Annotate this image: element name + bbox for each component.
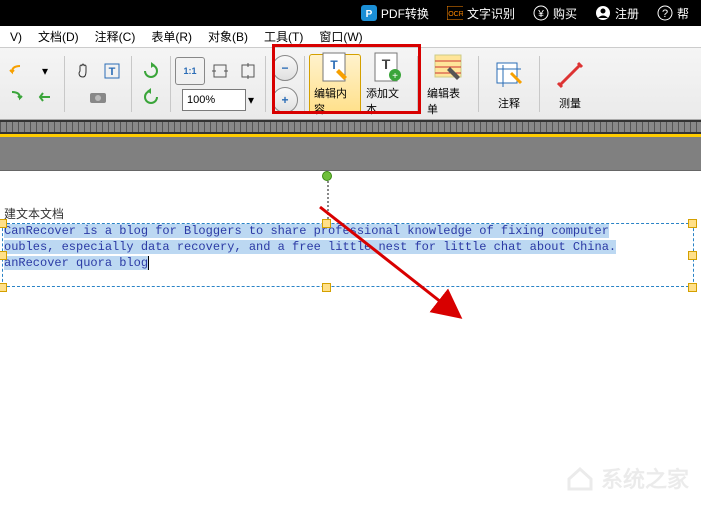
help-button[interactable]: ? 帮 xyxy=(649,0,697,26)
measure-label: 测量 xyxy=(559,95,581,111)
pdf-icon: P xyxy=(361,5,377,21)
measure-icon xyxy=(554,57,586,93)
register-button[interactable]: 注册 xyxy=(587,0,647,26)
document-area: 建文本文档 CanRecover is a blog for Bloggers … xyxy=(0,137,701,507)
hand-tool-button[interactable] xyxy=(71,58,97,84)
add-text-icon: T+ xyxy=(371,51,403,83)
annotate-icon xyxy=(493,57,525,93)
buy-label: 购买 xyxy=(553,5,577,22)
resize-handle[interactable] xyxy=(0,283,7,292)
resize-handle[interactable] xyxy=(688,283,697,292)
menu-document[interactable]: 文档(D) xyxy=(30,26,87,47)
svg-text:OCR: OCR xyxy=(448,11,463,18)
ruler xyxy=(0,120,701,134)
toolbar: ▾ T 1:1 ▾ xyxy=(0,48,701,120)
annotate-label: 注释 xyxy=(498,95,520,111)
history-button[interactable]: ▾ xyxy=(32,58,58,84)
snapshot-button[interactable] xyxy=(85,84,111,110)
resize-handle[interactable] xyxy=(0,219,7,228)
menu-comment[interactable]: 注释(C) xyxy=(87,26,144,47)
annotate-button[interactable]: 注释 xyxy=(483,54,535,114)
page[interactable]: 建文本文档 CanRecover is a blog for Bloggers … xyxy=(0,171,701,507)
resize-handle[interactable] xyxy=(0,251,7,260)
rotate-cw-button[interactable] xyxy=(138,58,164,84)
rotate-ccw-button[interactable] xyxy=(138,84,164,110)
resize-handle[interactable] xyxy=(688,251,697,260)
svg-text:¥: ¥ xyxy=(537,9,544,20)
undo-button[interactable] xyxy=(4,58,30,84)
edit-content-label: 编辑内容 xyxy=(314,85,356,117)
measure-button[interactable]: 测量 xyxy=(544,54,596,114)
actual-size-button[interactable]: 1:1 xyxy=(175,57,205,85)
redo-button[interactable] xyxy=(4,84,30,110)
zoom-dropdown[interactable]: ▾ xyxy=(248,93,254,107)
text-select-button[interactable]: T xyxy=(99,58,125,84)
edit-content-icon: T xyxy=(319,51,351,83)
edit-form-button[interactable]: 编辑表单 xyxy=(422,54,474,114)
zoom-input[interactable] xyxy=(182,89,246,111)
fit-width-button[interactable] xyxy=(207,58,233,84)
yen-icon: ¥ xyxy=(533,5,549,21)
help-icon: ? xyxy=(657,5,673,21)
ocr-button[interactable]: OCR 文字识别 xyxy=(439,0,523,26)
zoom-group: 1:1 ▾ xyxy=(175,57,261,111)
add-text-label: 添加文本 xyxy=(366,85,408,117)
doc-title: 建文本文档 xyxy=(4,207,694,223)
title-bar: P PDF转换 OCR 文字识别 ¥ 购买 注册 ? 帮 xyxy=(0,0,701,26)
svg-text:+: + xyxy=(392,71,398,82)
fit-page-button[interactable] xyxy=(235,58,261,84)
svg-text:?: ? xyxy=(662,8,668,20)
edit-content-button[interactable]: T 编辑内容 xyxy=(309,54,361,114)
svg-text:P: P xyxy=(366,9,373,20)
resize-handle[interactable] xyxy=(322,219,331,228)
menu-bar: V) 文档(D) 注释(C) 表单(R) 对象(B) 工具(T) 窗口(W) xyxy=(0,26,701,48)
svg-text:T: T xyxy=(382,56,391,72)
ocr-label: 文字识别 xyxy=(467,5,515,22)
resize-handle[interactable] xyxy=(322,283,331,292)
menu-form[interactable]: 表单(R) xyxy=(143,26,200,47)
svg-text:T: T xyxy=(109,66,116,78)
watermark: 系统之家 xyxy=(565,462,689,494)
zoom-in-button[interactable]: + xyxy=(272,87,298,113)
pdf-convert-label: PDF转换 xyxy=(381,5,429,22)
svg-text:T: T xyxy=(330,58,338,72)
zoom-out-button[interactable]: − xyxy=(272,55,298,81)
resize-handle[interactable] xyxy=(688,219,697,228)
pdf-convert-button[interactable]: P PDF转换 xyxy=(353,0,437,26)
help-label: 帮 xyxy=(677,5,689,22)
register-label: 注册 xyxy=(615,5,639,22)
prev-view-button[interactable] xyxy=(32,84,58,110)
selection-box[interactable] xyxy=(2,223,694,287)
menu-view[interactable]: V) xyxy=(2,28,30,46)
menu-object[interactable]: 对象(B) xyxy=(200,26,256,47)
add-text-button[interactable]: T+ 添加文本 xyxy=(361,54,413,114)
ocr-icon: OCR xyxy=(447,5,463,21)
edit-form-icon xyxy=(432,51,464,83)
menu-tools[interactable]: 工具(T) xyxy=(256,26,311,47)
edit-form-label: 编辑表单 xyxy=(427,85,469,117)
rotate-handle[interactable] xyxy=(322,171,332,181)
user-icon xyxy=(595,5,611,21)
buy-button[interactable]: ¥ 购买 xyxy=(525,0,585,26)
menu-window[interactable]: 窗口(W) xyxy=(311,26,370,47)
